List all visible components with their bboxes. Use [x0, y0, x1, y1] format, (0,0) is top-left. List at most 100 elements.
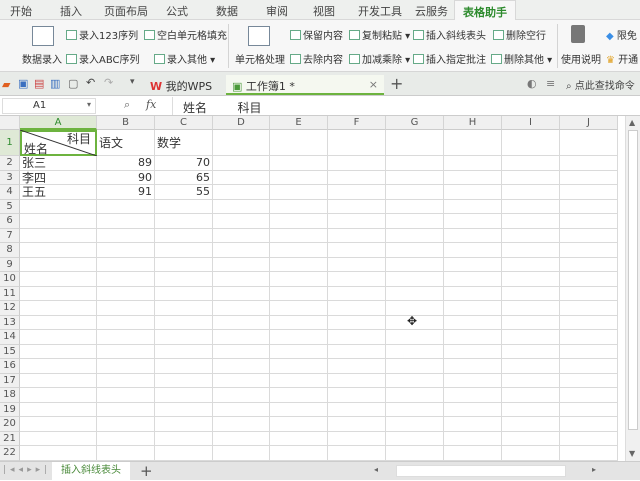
cell-B12[interactable]: [97, 301, 155, 316]
row-header-5[interactable]: 5: [0, 199, 20, 214]
cell-D9[interactable]: [213, 257, 270, 272]
cell-G19[interactable]: [386, 402, 444, 417]
cell-C5[interactable]: [155, 199, 213, 214]
delete-empty-rows-button[interactable]: 删除空行: [493, 27, 546, 42]
cell-H20[interactable]: [444, 417, 502, 432]
seqabc-button[interactable]: 录入ABC序列: [66, 51, 140, 66]
fx-button[interactable]: fx: [146, 98, 156, 111]
cell-A22[interactable]: [20, 446, 97, 461]
tab-developer[interactable]: 开发工具: [358, 3, 402, 19]
row-header-4[interactable]: 4: [0, 185, 20, 200]
cell-G15[interactable]: [386, 344, 444, 359]
cell-H4[interactable]: [444, 185, 502, 200]
cell-B17[interactable]: [97, 373, 155, 388]
cell-A16[interactable]: [20, 359, 97, 374]
cell-B15[interactable]: [97, 344, 155, 359]
cell-E5[interactable]: [270, 199, 328, 214]
print-icon[interactable]: ▥: [50, 77, 60, 90]
cell-E15[interactable]: [270, 344, 328, 359]
cell-A14[interactable]: [20, 330, 97, 345]
cell-G1[interactable]: [386, 130, 444, 156]
cell-F5[interactable]: [328, 199, 386, 214]
cell-E12[interactable]: [270, 301, 328, 316]
cell-E9[interactable]: [270, 257, 328, 272]
cell-A15[interactable]: [20, 344, 97, 359]
row-header-6[interactable]: 6: [0, 214, 20, 229]
cell-H2[interactable]: [444, 156, 502, 171]
cell-A1[interactable]: 科目 姓名: [20, 130, 97, 156]
cell-H17[interactable]: [444, 373, 502, 388]
row-header-16[interactable]: 16: [0, 359, 20, 374]
cell-C6[interactable]: [155, 214, 213, 229]
cell-I10[interactable]: [502, 272, 560, 287]
vertical-scrollbar[interactable]: ▲ ▼: [625, 116, 640, 461]
cell-H13[interactable]: [444, 315, 502, 330]
cell-H18[interactable]: [444, 388, 502, 403]
cell-A13[interactable]: [20, 315, 97, 330]
row-header-13[interactable]: 13: [0, 315, 20, 330]
row-header-18[interactable]: 18: [0, 388, 20, 403]
row-header-22[interactable]: 22: [0, 446, 20, 461]
cell-C16[interactable]: [155, 359, 213, 374]
cell-F15[interactable]: [328, 344, 386, 359]
cell-H16[interactable]: [444, 359, 502, 374]
cell-A18[interactable]: [20, 388, 97, 403]
cell-F3[interactable]: [328, 170, 386, 185]
cell-H19[interactable]: [444, 402, 502, 417]
cell-H10[interactable]: [444, 272, 502, 287]
cell-I14[interactable]: [502, 330, 560, 345]
menu-icon[interactable]: ≡: [546, 77, 555, 90]
cell-B13[interactable]: [97, 315, 155, 330]
cell-D7[interactable]: [213, 228, 270, 243]
row-header-15[interactable]: 15: [0, 344, 20, 359]
print-preview-icon[interactable]: ▢: [68, 77, 78, 90]
cell-F2[interactable]: [328, 156, 386, 171]
cell-B4[interactable]: 91: [97, 185, 155, 200]
cell-E13[interactable]: [270, 315, 328, 330]
formula-input[interactable]: 姓名 科目: [172, 97, 640, 115]
cell-I19[interactable]: [502, 402, 560, 417]
cell-B20[interactable]: [97, 417, 155, 432]
cell-F21[interactable]: [328, 431, 386, 446]
cell-I22[interactable]: [502, 446, 560, 461]
cell-E2[interactable]: [270, 156, 328, 171]
cell-B14[interactable]: [97, 330, 155, 345]
cell-B22[interactable]: [97, 446, 155, 461]
cell-B5[interactable]: [97, 199, 155, 214]
cell-C4[interactable]: 55: [155, 185, 213, 200]
cell-B16[interactable]: [97, 359, 155, 374]
cell-F18[interactable]: [328, 388, 386, 403]
sheet-nav-arrows-icon[interactable]: |◂◂▸▸|: [3, 465, 51, 475]
horizontal-scrollbar[interactable]: ◂ ▸: [370, 465, 610, 478]
new-tab-plus-icon[interactable]: +: [390, 74, 403, 93]
cell-D14[interactable]: [213, 330, 270, 345]
cell-B9[interactable]: [97, 257, 155, 272]
save-icon[interactable]: ▣: [18, 77, 28, 90]
cell-B19[interactable]: [97, 402, 155, 417]
cell-H9[interactable]: [444, 257, 502, 272]
cell-C15[interactable]: [155, 344, 213, 359]
delete-other-button[interactable]: 删除其他 ▾: [491, 51, 552, 66]
cell-F7[interactable]: [328, 228, 386, 243]
cell-D10[interactable]: [213, 272, 270, 287]
cell-F6[interactable]: [328, 214, 386, 229]
h-scroll-thumb[interactable]: [396, 465, 566, 477]
cell-G6[interactable]: [386, 214, 444, 229]
insert-diagonal-button[interactable]: 插入斜线表头: [413, 27, 486, 42]
cell-I16[interactable]: [502, 359, 560, 374]
cell-H22[interactable]: [444, 446, 502, 461]
cell-D15[interactable]: [213, 344, 270, 359]
remove-content-button[interactable]: 去除内容: [290, 51, 343, 66]
cell-I8[interactable]: [502, 243, 560, 258]
scroll-right-icon[interactable]: ▸: [592, 465, 596, 474]
row-header-9[interactable]: 9: [0, 257, 20, 272]
cell-D13[interactable]: [213, 315, 270, 330]
cell-D5[interactable]: [213, 199, 270, 214]
cell-A19[interactable]: [20, 402, 97, 417]
column-header-A[interactable]: A: [20, 116, 97, 130]
row-header-14[interactable]: 14: [0, 330, 20, 345]
add-sheet-plus-icon[interactable]: +: [140, 462, 153, 480]
cell-D19[interactable]: [213, 402, 270, 417]
cell-F22[interactable]: [328, 446, 386, 461]
cell-I6[interactable]: [502, 214, 560, 229]
